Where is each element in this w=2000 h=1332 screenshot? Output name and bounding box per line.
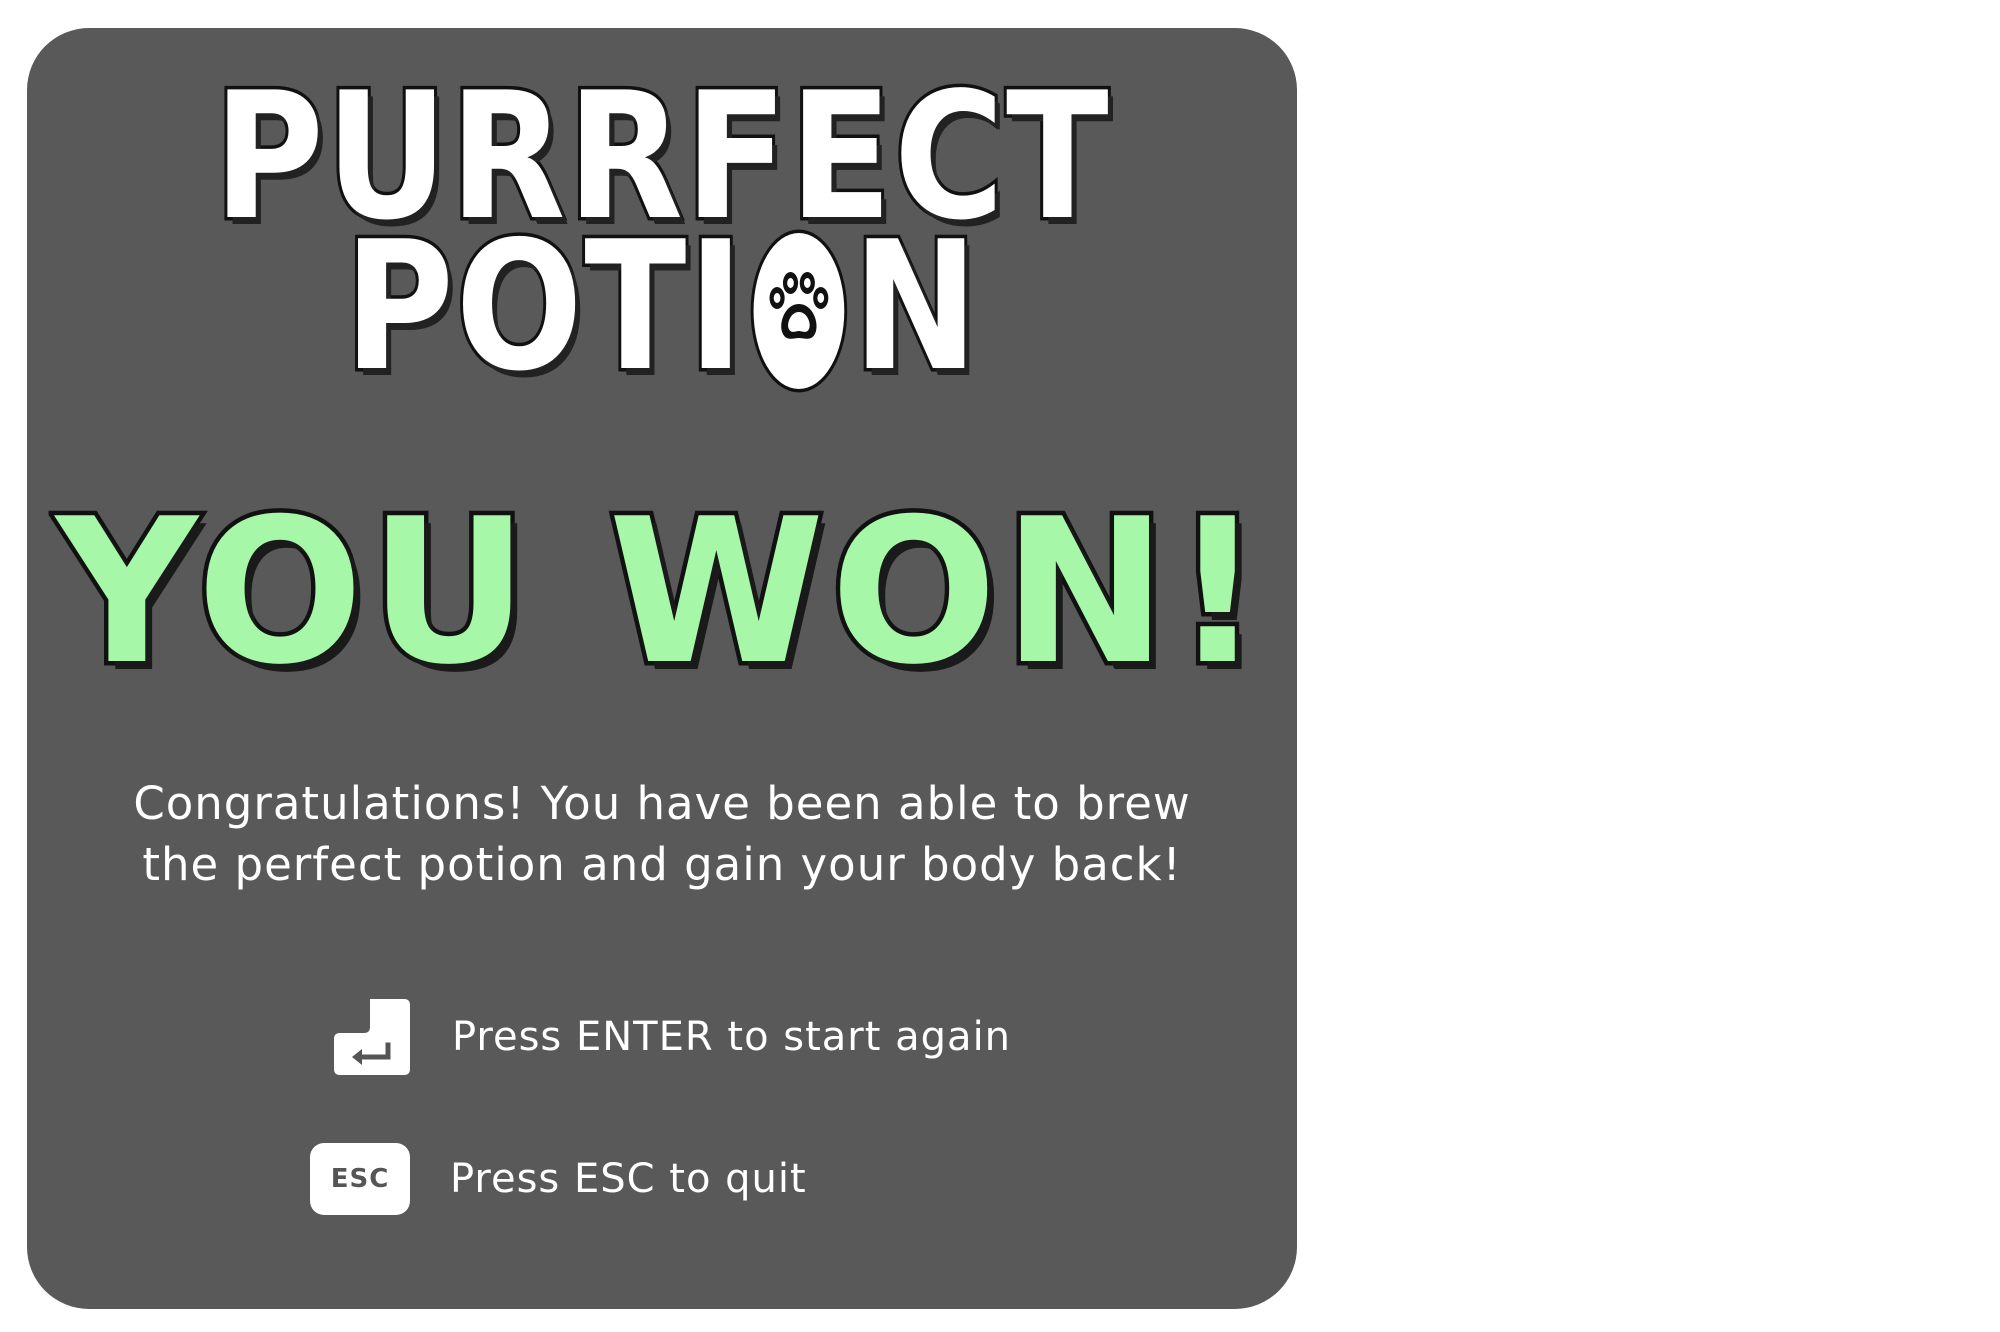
quit-label: Press ESC to quit: [450, 1156, 807, 1202]
game-title-line2-suffix: N: [850, 203, 981, 410]
win-message-line2: the perfect potion and gain your body ba…: [142, 838, 1182, 891]
win-message-line1: Congratulations! You have been able to b…: [133, 777, 1191, 830]
win-message: Congratulations! You have been able to b…: [27, 773, 1297, 895]
game-title-line2: POTI N: [129, 203, 1196, 410]
paw-icon: [749, 226, 850, 396]
win-headline: YOU WON!: [51, 476, 1269, 709]
quit-control[interactable]: ESC Press ESC to quit: [310, 1143, 807, 1215]
restart-label: Press ENTER to start again: [452, 1014, 1012, 1060]
restart-control[interactable]: Press ENTER to start again: [332, 997, 1011, 1077]
game-over-panel: PURRFECT POTI N YOU WON! Congratulations…: [27, 28, 1297, 1309]
esc-key-icon[interactable]: ESC: [310, 1143, 410, 1215]
enter-key-icon[interactable]: [332, 997, 412, 1077]
game-title-line2-prefix: POTI: [341, 203, 746, 410]
